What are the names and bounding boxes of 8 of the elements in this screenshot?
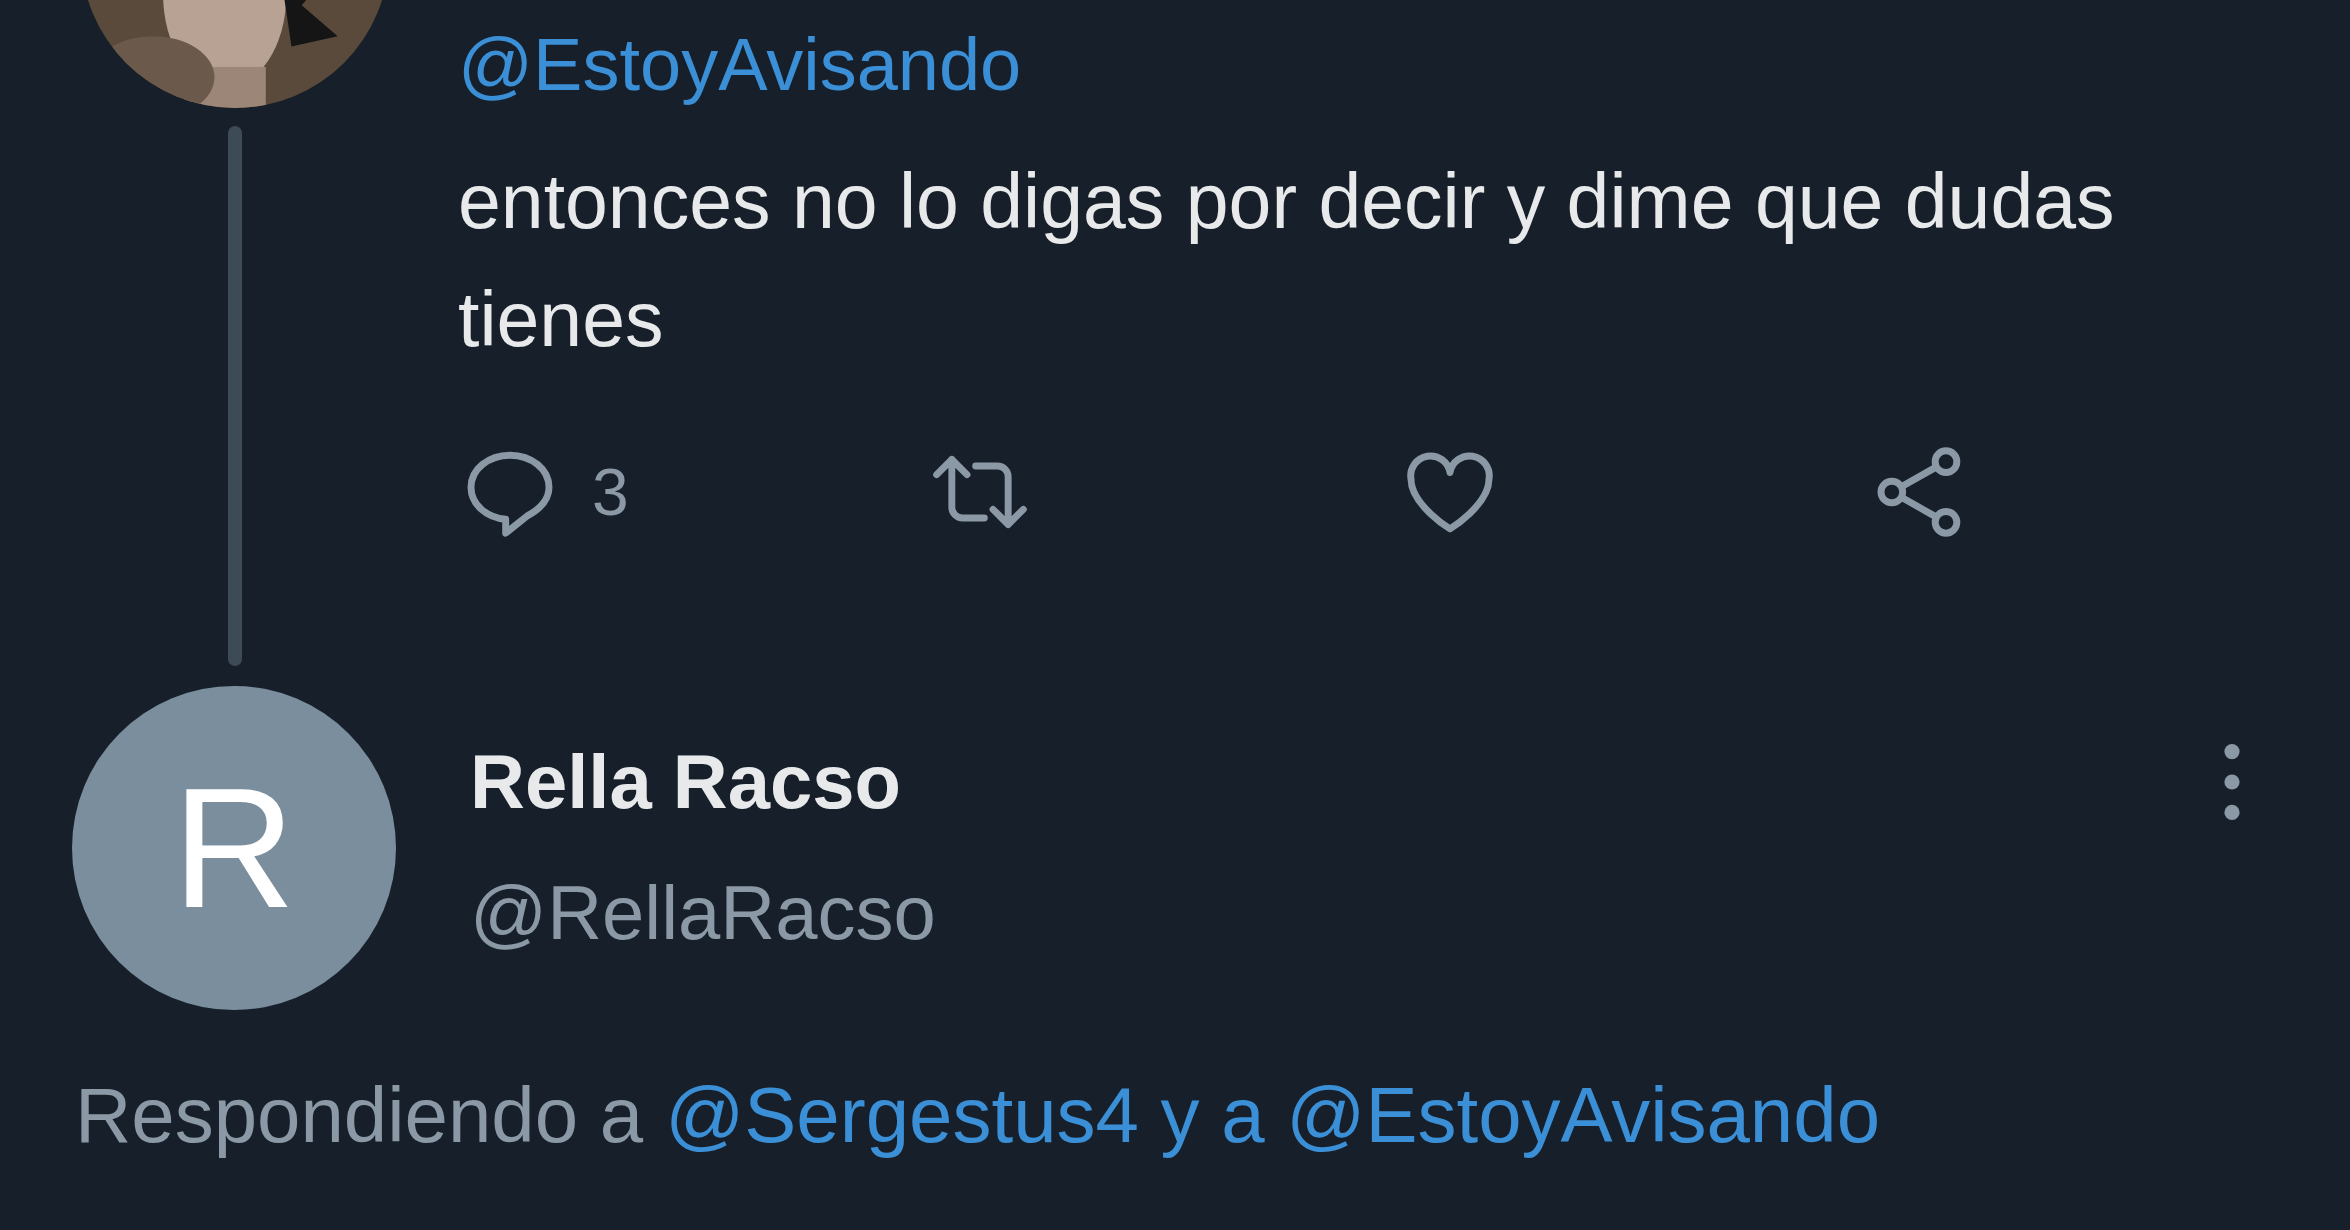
user-handle[interactable]: @RellaRacso bbox=[470, 875, 936, 951]
replying-label: Respondiendo a bbox=[75, 1070, 644, 1161]
mention-link[interactable]: @Sergestus4 y a @EstoyAvisando bbox=[665, 1070, 1880, 1161]
reply-count: 3 bbox=[592, 454, 629, 530]
more-icon[interactable] bbox=[2224, 744, 2240, 820]
user-name[interactable]: Rella Racso bbox=[470, 744, 936, 820]
avatar[interactable]: R bbox=[72, 686, 396, 1010]
tweet-text: entonces no lo digas por decir y dime que dudas tienes bbox=[458, 157, 2116, 364]
